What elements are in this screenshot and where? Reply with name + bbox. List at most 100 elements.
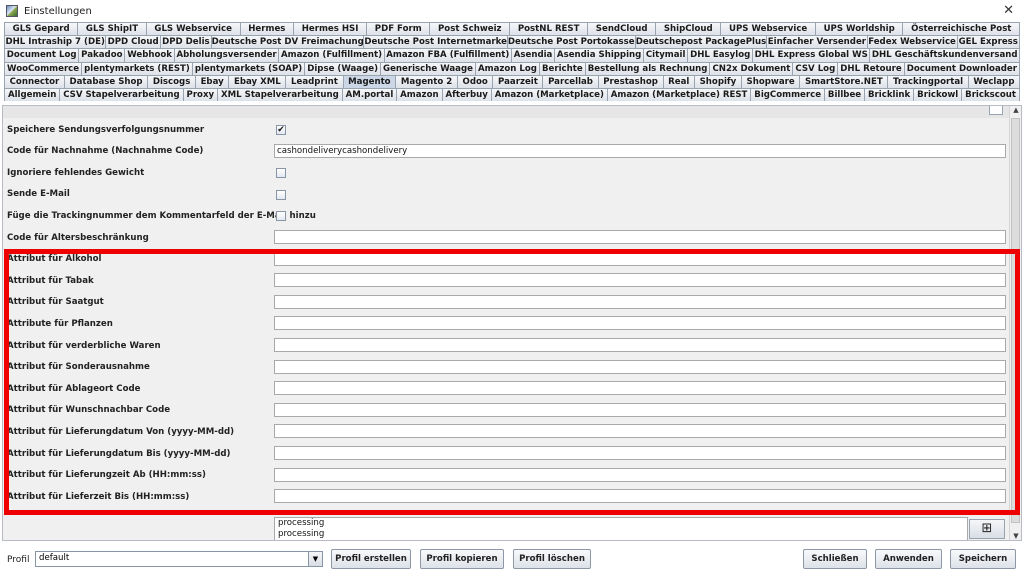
tab-amazon[interactable]: Amazon (396, 87, 442, 102)
tab-post-schweiz[interactable]: Post Schweiz (429, 22, 510, 36)
tab-brickowl[interactable]: Brickowl (913, 87, 962, 102)
tab-brickscout[interactable]: Brickscout (961, 87, 1020, 102)
tab-ebay-xml[interactable]: Ebay XML (228, 74, 286, 88)
tab-weclapp[interactable]: Weclapp (967, 74, 1021, 88)
tab-deutschepost-packageplus[interactable]: Deutschepost PackagePlus (634, 35, 767, 49)
tab-deutsche-post-dv-freimachung[interactable]: Deutsche Post DV Freimachung (210, 35, 364, 49)
setting-input[interactable] (274, 273, 1006, 288)
tab-webhook[interactable]: Webhook (124, 48, 174, 62)
tab-deutsche-post-portokasse[interactable]: Deutsche Post Portokasse (506, 35, 635, 49)
profil-select[interactable]: default ▼ (35, 551, 323, 567)
tab-document-downloader[interactable]: Document Downloader (903, 61, 1020, 75)
setting-input[interactable] (274, 316, 1006, 331)
tab-woocommerce[interactable]: WooCommerce (4, 61, 82, 75)
chevron-down-icon[interactable]: ▼ (308, 552, 322, 566)
tab-magento-2[interactable]: Magento 2 (395, 74, 457, 88)
tab-amazon-marketplace[interactable]: Amazon (Marketplace) (490, 87, 607, 102)
tab-billbee[interactable]: Billbee (823, 87, 865, 102)
tab-magento[interactable]: Magento (342, 74, 396, 88)
setting-input[interactable] (274, 489, 1006, 504)
apply-button[interactable]: Anwenden (875, 549, 942, 569)
tab-bigcommerce[interactable]: BigCommerce (750, 87, 824, 102)
tab-amazon-fulfillment[interactable]: Amazon (Fulfillment) (278, 48, 384, 62)
tab-sendcloud[interactable]: SendCloud (587, 22, 656, 36)
list-item[interactable]: processing (275, 529, 967, 540)
tab-afterbuy[interactable]: Afterbuy (441, 87, 491, 102)
tab-dpd-delis[interactable]: DPD Delis (159, 35, 211, 49)
delete-profile-button[interactable]: Profil löschen (513, 549, 591, 569)
tab-dhl-easylog[interactable]: DHL Easylog (687, 48, 753, 62)
tab-hermes-hsi[interactable]: Hermes HSI (293, 22, 367, 36)
tab-parcellab[interactable]: Parcellab (542, 74, 598, 88)
tab-asendia[interactable]: Asendia (510, 48, 555, 62)
tab-ups-worldship[interactable]: UPS Worldship (814, 22, 903, 36)
tab-deutsche-post-internetmarke[interactable]: Deutsche Post Internetmarke (363, 35, 507, 49)
tab-prestashop[interactable]: Prestashop (597, 74, 663, 88)
tab-dhl-intraship-7-de[interactable]: DHL Intraship 7 (DE) (4, 35, 106, 49)
setting-input[interactable] (274, 294, 1006, 309)
tab-leadprint[interactable]: Leadprint (285, 74, 343, 88)
tab-bricklink[interactable]: Bricklink (864, 87, 914, 102)
tab-am-portal[interactable]: AM.portal (341, 87, 397, 102)
tab-pakadoo[interactable]: Pakadoo (78, 48, 125, 62)
tab-dpd-cloud[interactable]: DPD Cloud (105, 35, 160, 49)
tab-discogs[interactable]: Discogs (147, 74, 195, 88)
setting-input[interactable] (274, 424, 1006, 439)
scroll-down-icon[interactable]: ▼ (1011, 532, 1021, 540)
tab-ups-webservice[interactable]: UPS Webservice (720, 22, 815, 36)
tab-real[interactable]: Real (662, 74, 694, 88)
tab-berichte[interactable]: Berichte (538, 61, 585, 75)
tab-einfacher-versender[interactable]: Einfacher Versender (766, 35, 867, 49)
tab-hermes[interactable]: Hermes (239, 22, 294, 36)
scroll-thumb[interactable] (1011, 118, 1020, 523)
tab-gls-shipit[interactable]: GLS ShipIT (77, 22, 146, 36)
create-profile-button[interactable]: Profil erstellen (331, 549, 411, 569)
tab-gel-express[interactable]: GEL Express (956, 35, 1020, 49)
tab-pdf-form[interactable]: PDF Form (366, 22, 430, 36)
tab-abholungsversender[interactable]: Abholungsversender (173, 48, 279, 62)
tab-csv-stapelverarbeitung[interactable]: CSV Stapelverarbeitung (59, 87, 183, 102)
tab-amazon-log[interactable]: Amazon Log (474, 61, 539, 75)
scroll-up-icon[interactable]: ▲ (1011, 106, 1021, 114)
tab-paarzeit[interactable]: Paarzeit (492, 74, 543, 88)
tab-dhl-retoure[interactable]: DHL Retoure (837, 61, 904, 75)
tab-connector[interactable]: Connector (4, 74, 64, 88)
tab-odoo[interactable]: Odoo (456, 74, 493, 88)
setting-checkbox[interactable]: ✔ (276, 125, 286, 135)
setting-input[interactable] (274, 230, 1006, 244)
tab-gls-gepard[interactable]: GLS Gepard (4, 22, 78, 36)
close-icon[interactable]: ✕ (1003, 3, 1014, 18)
setting-checkbox[interactable] (276, 189, 286, 200)
tab-dhl-geschäftskundenversand[interactable]: DHL Geschäftskundenversand (869, 48, 1020, 62)
tab-database-shop[interactable]: Database Shop (63, 74, 148, 88)
setting-input[interactable] (274, 359, 1006, 374)
setting-input[interactable] (274, 251, 1006, 266)
setting-input[interactable] (274, 467, 1006, 482)
tab-shopify[interactable]: Shopify (693, 74, 741, 88)
tab-trackingportal[interactable]: Trackingportal (887, 74, 968, 88)
tab-xml-stapelverarbeitung[interactable]: XML Stapelverarbeitung (217, 87, 342, 102)
tab-amazon-fba-fulfillment[interactable]: Amazon FBA (Fulfillment) (383, 48, 511, 62)
tab-bestellung-als-rechnung[interactable]: Bestellung als Rechnung (584, 61, 710, 75)
save-button[interactable]: Speichern (950, 549, 1016, 569)
setting-checkbox[interactable] (276, 168, 286, 179)
tab-allgemein[interactable]: Allgemein (4, 87, 60, 102)
vertical-scrollbar[interactable]: ▲ ▼ (1009, 106, 1021, 540)
tab-generische-waage[interactable]: Generische Waage (380, 61, 475, 75)
setting-input[interactable] (274, 381, 1006, 396)
setting-input[interactable] (274, 338, 1006, 352)
tab-plentymarkets-soap[interactable]: plentymarkets (SOAP) (191, 61, 305, 75)
setting-input[interactable]: cashondeliverycashondelivery (274, 143, 1006, 158)
tab-amazon-marketplace-rest[interactable]: Amazon (Marketplace) REST (606, 87, 751, 102)
tab-ebay[interactable]: Ebay (194, 74, 229, 88)
setting-checkbox[interactable] (276, 211, 286, 222)
tab-dipse-waage[interactable]: Dipse (Waage) (304, 61, 381, 75)
tab-shopware[interactable]: Shopware (740, 74, 800, 88)
tab-plentymarkets-rest[interactable]: plentymarkets (REST) (81, 61, 192, 75)
tab-citymail[interactable]: Citymail (642, 48, 688, 62)
close-button[interactable]: Schließen (803, 549, 867, 569)
tab-asendia-shipping[interactable]: Asendia Shipping (554, 48, 643, 62)
tab-fedex-webservice[interactable]: Fedex Webservice (866, 35, 957, 49)
tab-dhl-express-global-ws[interactable]: DHL Express Global WS (752, 48, 870, 62)
add-icon[interactable]: ⊞ (969, 519, 1005, 539)
